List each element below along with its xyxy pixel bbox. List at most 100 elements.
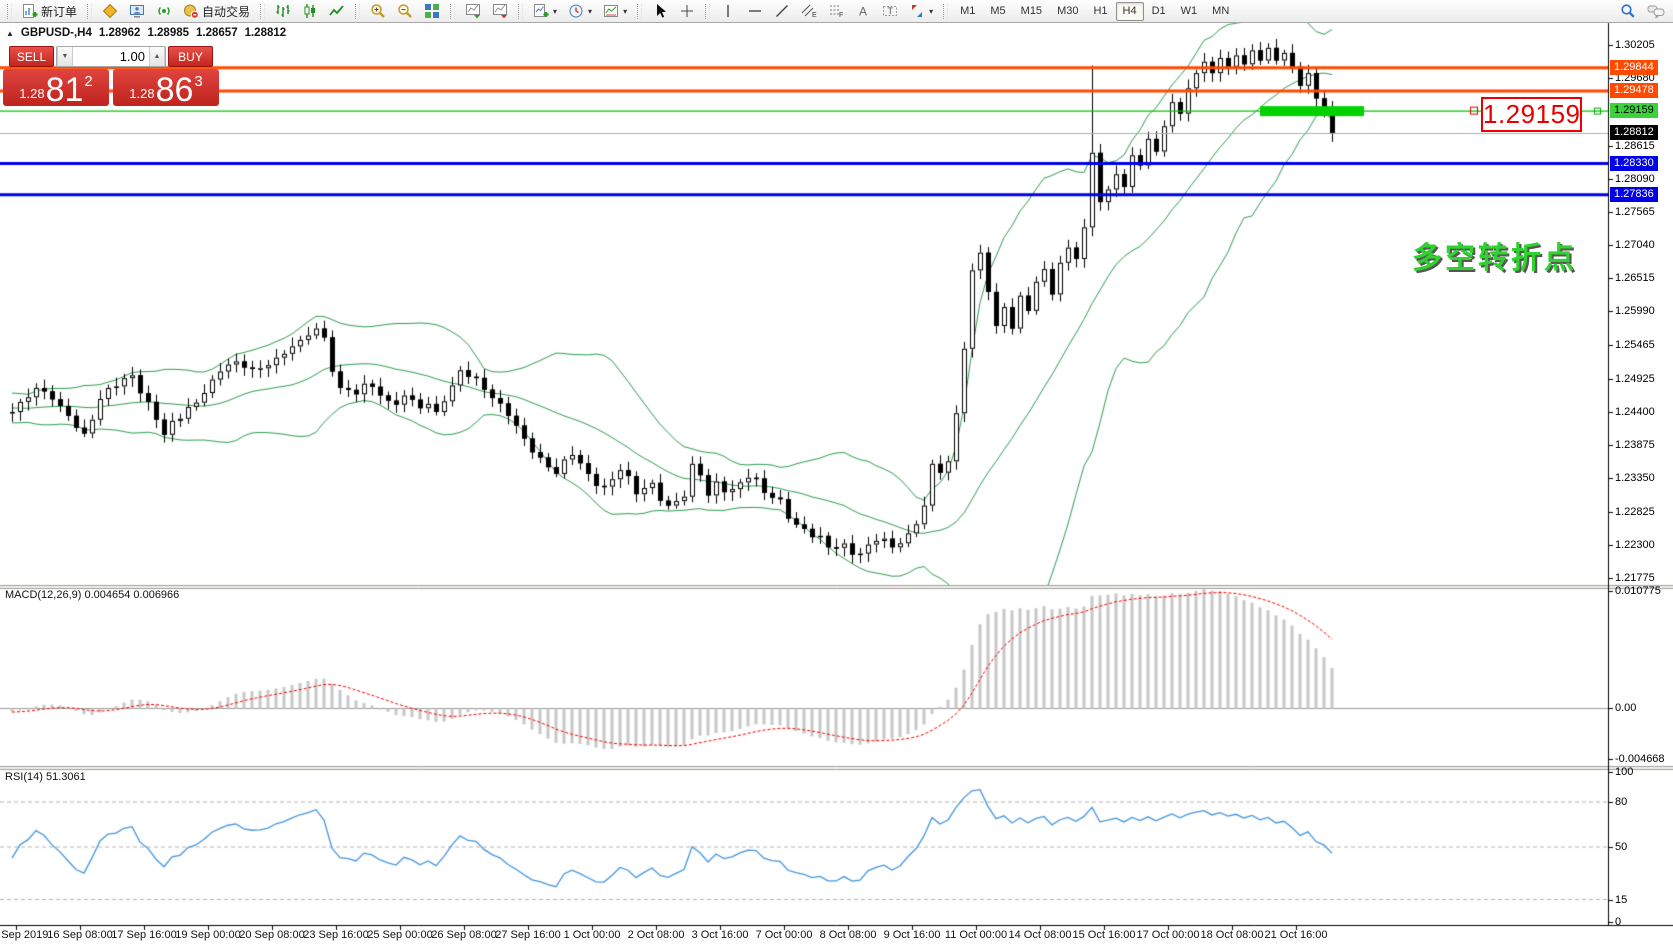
timeframe-w1[interactable]: W1 xyxy=(1174,2,1205,21)
template-icon xyxy=(603,3,619,19)
svg-text:T: T xyxy=(888,6,894,16)
chart-shift-button[interactable] xyxy=(487,1,513,22)
terminal-button[interactable] xyxy=(124,1,150,22)
timeframe-m1[interactable]: M1 xyxy=(953,2,982,21)
periods-button[interactable]: ▾ xyxy=(563,1,597,22)
market-watch-button[interactable] xyxy=(97,1,123,22)
price-annotation-box[interactable]: 1.29159 xyxy=(1481,97,1582,132)
text-button[interactable]: A xyxy=(850,1,876,22)
chevron-down-icon: ▾ xyxy=(929,7,933,16)
trendline-icon xyxy=(774,3,790,19)
cursor-button[interactable] xyxy=(647,1,673,22)
sell-button[interactable]: SELL xyxy=(9,46,54,67)
fibonacci-icon: F xyxy=(828,3,844,19)
timeframe-h4[interactable]: H4 xyxy=(1116,2,1144,21)
sell-price-pips: 81 xyxy=(46,75,84,105)
tile-windows-icon xyxy=(424,3,440,19)
chart-canvas[interactable] xyxy=(0,0,1673,947)
clock-icon xyxy=(568,3,584,19)
buy-price-point: 3 xyxy=(194,73,202,90)
toolbar-drag-handle[interactable] xyxy=(87,4,92,19)
text-label-button[interactable]: T xyxy=(877,1,903,22)
text-label-icon: T xyxy=(882,3,898,19)
arrows-button[interactable]: ▾ xyxy=(904,1,938,22)
chevron-down-icon: ▾ xyxy=(553,7,557,16)
fibonacci-button[interactable]: F xyxy=(823,1,849,22)
text-icon: A xyxy=(855,3,871,19)
bar-chart-button[interactable] xyxy=(270,1,296,22)
symbol-period-label: GBPUSD-,H4 xyxy=(21,27,92,39)
timeframe-d1[interactable]: D1 xyxy=(1145,2,1173,21)
new-chart-button[interactable]: ▾ xyxy=(528,1,562,22)
chevron-down-icon: ▾ xyxy=(623,7,627,16)
auto-arrange-button[interactable] xyxy=(460,1,486,22)
toolbar-drag-handle[interactable] xyxy=(450,4,455,19)
new-order-button[interactable]: 新订单 xyxy=(17,1,82,22)
search-button[interactable] xyxy=(1615,1,1641,22)
turning-point-label: 多空转折点 xyxy=(1412,233,1577,277)
toolbar: 新订单 自动交易 ▾ ▾ ▾ E F A T ▾ M1 M5 M15 M30 H… xyxy=(0,0,1673,23)
buy-price-panel[interactable]: 1.28863 xyxy=(113,69,219,106)
volume-stepper: ▼ ▲ xyxy=(56,46,166,67)
ohlc-open: 1.28962 xyxy=(99,27,141,39)
tile-windows-button[interactable] xyxy=(419,1,445,22)
timeframe-h1[interactable]: H1 xyxy=(1086,2,1114,21)
timeframe-m5[interactable]: M5 xyxy=(983,2,1012,21)
candlestick-chart-button[interactable] xyxy=(297,1,323,22)
crosshair-icon xyxy=(679,3,695,19)
trendline-button[interactable] xyxy=(769,1,795,22)
new-chart-icon xyxy=(533,3,549,19)
buy-price-major: 1.28 xyxy=(129,86,154,101)
autotrading-button[interactable]: 自动交易 xyxy=(178,1,255,22)
sell-price-panel[interactable]: 1.28812 xyxy=(3,69,109,106)
toolbar-drag-handle[interactable] xyxy=(355,4,360,19)
toolbar-drag-handle[interactable] xyxy=(705,4,710,19)
zoom-in-icon xyxy=(370,3,386,19)
timeframe-m15[interactable]: M15 xyxy=(1014,2,1049,21)
toolbar-drag-handle[interactable] xyxy=(518,4,523,19)
horizontal-line-button[interactable] xyxy=(742,1,768,22)
chat-button[interactable] xyxy=(1642,1,1670,22)
arrows-icon xyxy=(909,3,925,19)
vertical-line-icon xyxy=(720,3,736,19)
cursor-icon xyxy=(652,3,668,19)
horizontal-line-icon xyxy=(747,3,763,19)
buy-button[interactable]: BUY xyxy=(168,46,213,67)
volume-increase-button[interactable]: ▲ xyxy=(149,47,165,66)
toolbar-drag-handle[interactable] xyxy=(637,4,642,19)
collapse-panel-icon[interactable]: ▲ xyxy=(6,29,14,38)
autotrading-icon xyxy=(183,3,199,19)
volume-input[interactable] xyxy=(73,47,149,66)
templates-button[interactable]: ▾ xyxy=(598,1,632,22)
chart-shift-icon xyxy=(492,3,508,19)
signals-button[interactable] xyxy=(151,1,177,22)
tag-icon xyxy=(102,3,118,19)
toolbar-drag-handle[interactable] xyxy=(260,4,265,19)
equidistant-channel-button[interactable]: E xyxy=(796,1,822,22)
toolbar-drag-handle[interactable] xyxy=(943,4,948,19)
timeframe-m30[interactable]: M30 xyxy=(1050,2,1085,21)
vertical-line-button[interactable] xyxy=(715,1,741,22)
crosshair-button[interactable] xyxy=(674,1,700,22)
price-axis[interactable] xyxy=(1609,23,1673,925)
timeframe-mn[interactable]: MN xyxy=(1205,2,1236,21)
ohlc-close: 1.28812 xyxy=(245,27,287,39)
zoom-out-button[interactable] xyxy=(392,1,418,22)
signals-icon xyxy=(156,3,172,19)
macd-label: MACD(12,26,9) 0.004654 0.006966 xyxy=(5,589,179,601)
ohlc-low: 1.28657 xyxy=(196,27,238,39)
one-click-trading-panel: SELL ▼ ▲ BUY 1.28812 1.28863 xyxy=(3,46,219,106)
time-axis[interactable] xyxy=(0,925,1608,947)
svg-text:F: F xyxy=(839,12,843,19)
svg-text:A: A xyxy=(859,5,867,19)
rsi-label: RSI(14) 51.3061 xyxy=(5,771,86,783)
search-icon xyxy=(1620,3,1636,19)
terminal-icon xyxy=(129,3,145,19)
zoom-in-button[interactable] xyxy=(365,1,391,22)
channel-icon: E xyxy=(801,3,817,19)
chat-icon xyxy=(1647,3,1665,19)
line-chart-button[interactable] xyxy=(324,1,350,22)
toolbar-drag-handle[interactable] xyxy=(7,4,12,19)
volume-decrease-button[interactable]: ▼ xyxy=(57,47,73,66)
ohlc-high: 1.28985 xyxy=(147,27,189,39)
